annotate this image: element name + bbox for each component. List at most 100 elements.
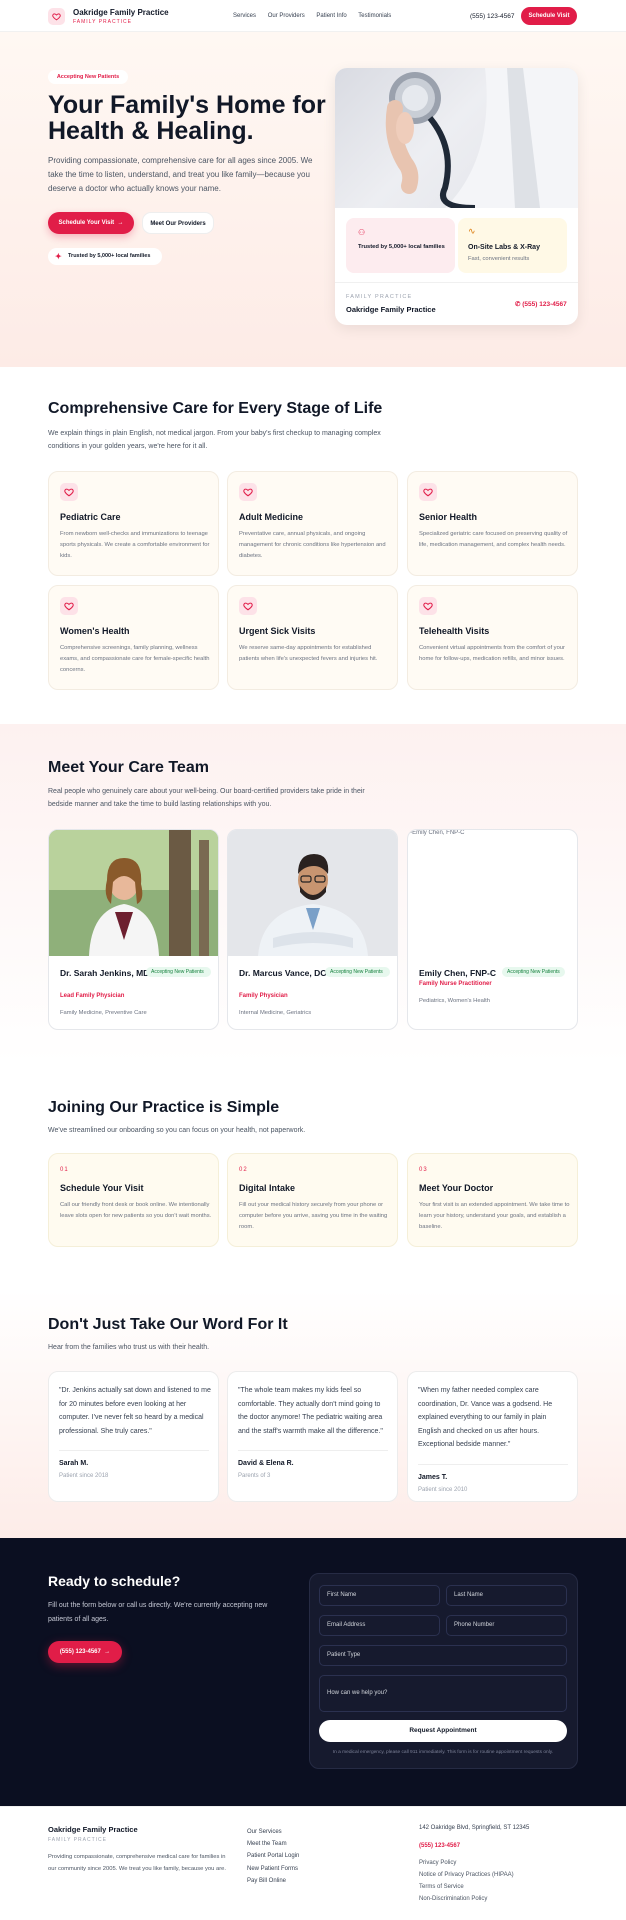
brand-tagline: FAMILY PRACTICE	[73, 19, 132, 25]
doctor-role: Lead Family Physician	[60, 993, 125, 999]
last-name-input[interactable]: Last Name	[446, 1585, 567, 1606]
labs-title: On-Site Labs & X-Ray	[468, 244, 540, 251]
users-icon: ⚇	[358, 228, 366, 237]
step-text: Your first visit is an extended appointm…	[419, 1202, 570, 1230]
card-label: FAMILY PRACTICE	[346, 294, 413, 300]
testimonial-divider	[238, 1450, 388, 1451]
heart-icon	[419, 483, 437, 501]
hero-description: Providing compassionate, comprehensive c…	[48, 156, 313, 193]
service-text: Convenient virtual appointments from the…	[419, 645, 565, 662]
heart-icon	[419, 597, 437, 615]
doctor-card-jenkins[interactable]: Dr. Sarah Jenkins, MD Accepting New Pati…	[48, 829, 219, 1030]
testimonial-since: Patient since 2018	[59, 1473, 109, 1479]
patient-type-select[interactable]: Patient Type	[319, 1645, 567, 1666]
footer-phone[interactable]: (555) 123-4567	[419, 1843, 460, 1849]
labs-subtitle: Fast, convenient results	[468, 256, 530, 262]
footer-address: 142 Oakridge Blvd, Springfield, ST 12345	[419, 1825, 530, 1831]
nav-link-services[interactable]: Services	[233, 13, 256, 19]
doctor-photo-vance	[228, 830, 397, 956]
doctor-specialty: Internal Medicine, Geriatrics	[239, 1010, 312, 1016]
onboarding-title: Joining Our Practice is Simple	[48, 1099, 280, 1116]
footer-link-privacy[interactable]: Privacy Policy	[419, 1860, 456, 1866]
nav-link-testimonials[interactable]: Testimonials	[358, 13, 391, 19]
testimonial-author: James T.	[418, 1474, 448, 1481]
nav-phone[interactable]: (555) 123-4567	[470, 13, 514, 20]
heart-icon	[60, 483, 78, 501]
nav-link-patient-info[interactable]: Patient Info	[316, 13, 346, 19]
service-card-adult[interactable]: Adult Medicine Preventative care, annual…	[227, 471, 398, 576]
service-title: Adult Medicine	[239, 512, 304, 522]
heart-logo-icon[interactable]	[48, 8, 65, 25]
footer-link-team[interactable]: Meet the Team	[247, 1841, 287, 1847]
footer-link-portal[interactable]: Patient Portal Login	[247, 1853, 299, 1859]
doctor-card-chen[interactable]: ▫Emily Chen, FNP-C Emily Chen, FNP-C Acc…	[407, 829, 578, 1030]
footer-about: Providing compassionate, comprehensive m…	[48, 1854, 226, 1872]
trust-text: Trusted by 5,000+ local families	[68, 253, 151, 259]
doctor-name: Dr. Marcus Vance, DO	[239, 968, 327, 978]
testimonial-author: David & Elena R.	[238, 1460, 294, 1467]
cta-phone-button[interactable]: (555) 123-4567 →	[48, 1641, 122, 1663]
service-card-senior[interactable]: Senior Health Specialized geriatric care…	[407, 471, 578, 576]
step-text: Fill out your medical history securely f…	[239, 1202, 388, 1230]
trust-stat-text: Trusted by 5,000+ local families	[358, 244, 445, 250]
first-name-input[interactable]: First Name	[319, 1585, 440, 1606]
service-card-telehealth[interactable]: Telehealth Visits Convenient virtual app…	[407, 585, 578, 690]
schedule-visit-button[interactable]: Schedule Visit	[521, 7, 577, 25]
footer-link-forms[interactable]: New Patient Forms	[247, 1866, 298, 1872]
testimonial-divider	[418, 1464, 568, 1465]
cta-title: Ready to schedule?	[48, 1573, 181, 1589]
arrow-right-icon: →	[102, 1649, 111, 1655]
step-text: Call our friendly front desk or book onl…	[60, 1202, 212, 1219]
heart-icon	[239, 483, 257, 501]
schedule-your-visit-button[interactable]: Schedule Your Visit →	[48, 212, 134, 234]
service-card-pediatric[interactable]: Pediatric Care From newborn well-checks …	[48, 471, 219, 576]
phone-input[interactable]: Phone Number	[446, 1615, 567, 1636]
step-card-2: 02 Digital Intake Fill out your medical …	[227, 1153, 398, 1247]
brand-name[interactable]: Oakridge Family Practice	[73, 8, 169, 17]
trust-pill: ✦ Trusted by 5,000+ local families	[48, 248, 162, 265]
service-text: Specialized geriatric care focused on pr…	[419, 531, 568, 548]
labs-stat-card: ∿ On-Site Labs & X-Ray Fast, convenient …	[458, 218, 567, 273]
hero-card: ⚇ Trusted by 5,000+ local families ∿ On-…	[335, 68, 578, 325]
doctor-card-vance[interactable]: Dr. Marcus Vance, DO Accepting New Patie…	[227, 829, 398, 1030]
nav-link-providers[interactable]: Our Providers	[268, 13, 305, 19]
image-alt-text: Emily Chen, FNP-C	[412, 830, 465, 836]
footer-link-pay-bill[interactable]: Pay Bill Online	[247, 1878, 286, 1884]
testimonial-card-1: "Dr. Jenkins actually sat down and liste…	[48, 1371, 219, 1502]
step-title: Digital Intake	[239, 1183, 296, 1193]
cta-description: Fill out the form below or call us direc…	[48, 1602, 268, 1623]
meet-providers-button[interactable]: Meet Our Providers	[142, 212, 214, 234]
footer-link-non-discrimination[interactable]: Non-Discrimination Policy	[419, 1896, 487, 1902]
testimonial-quote: "When my father needed complex care coor…	[418, 1387, 553, 1448]
step-title: Meet Your Doctor	[419, 1183, 494, 1193]
cta-phone-label: (555) 123-4567	[59, 1649, 101, 1655]
testimonial-quote: "The whole team makes my kids feel so co…	[238, 1387, 383, 1435]
service-text: We reserve same-day appointments for est…	[239, 645, 378, 662]
service-text: From newborn well-checks and immunizatio…	[60, 531, 210, 559]
accepting-badge: Accepting New Patients	[146, 967, 211, 977]
footer-link-services[interactable]: Our Services	[247, 1829, 282, 1835]
service-card-womens[interactable]: Women's Health Comprehensive screenings,…	[48, 585, 219, 690]
footer-link-terms[interactable]: Terms of Service	[419, 1884, 464, 1890]
doctor-specialty: Family Medicine, Preventive Care	[60, 1010, 147, 1016]
doctor-name: Emily Chen, FNP-C	[419, 968, 496, 978]
footer-tagline: FAMILY PRACTICE	[48, 1837, 107, 1843]
service-card-urgent[interactable]: Urgent Sick Visits We reserve same-day a…	[227, 585, 398, 690]
message-textarea[interactable]: How can we help you?	[319, 1675, 567, 1712]
doctor-specialty: Pediatrics, Women's Health	[419, 998, 490, 1004]
card-phone[interactable]: ✆ (555) 123-4567	[515, 300, 567, 308]
request-appointment-button[interactable]: Request Appointment	[319, 1720, 567, 1742]
footer-link-hipaa[interactable]: Notice of Privacy Practices (HIPAA)	[419, 1872, 514, 1878]
team-description: Real people who genuinely care about you…	[48, 788, 365, 808]
email-input[interactable]: Email Address	[319, 1615, 440, 1636]
step-number: 01	[60, 1167, 69, 1173]
step-number: 02	[239, 1167, 248, 1173]
team-title: Meet Your Care Team	[48, 759, 209, 776]
testimonials-description: Hear from the families who trust us with…	[48, 1344, 210, 1351]
services-title: Comprehensive Care for Every Stage of Li…	[48, 400, 383, 417]
accepting-badge: Accepting New Patients	[325, 967, 390, 977]
testimonial-quote: "Dr. Jenkins actually sat down and liste…	[59, 1387, 211, 1435]
service-text: Comprehensive screenings, family plannin…	[60, 645, 210, 673]
card-phone-number: (555) 123-4567	[522, 301, 567, 308]
testimonial-divider	[59, 1450, 209, 1451]
